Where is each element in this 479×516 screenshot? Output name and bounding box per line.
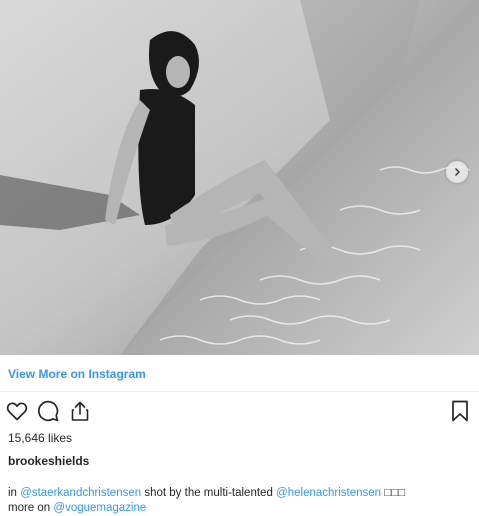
chevron-right-icon [455,168,460,176]
divider [0,391,479,392]
comment-icon [37,400,59,422]
heart-icon [6,402,28,421]
comment-button[interactable] [36,399,62,425]
beach-photo [0,0,479,355]
username[interactable]: brookeshields [8,454,89,468]
caption-text: shot by the multi-talented [141,487,277,499]
view-more-link[interactable]: View More on Instagram [8,367,146,381]
mention-link[interactable]: @helenachristensen [276,487,381,499]
save-button[interactable] [448,399,474,425]
caption-text: in [8,487,21,499]
share-icon [71,401,89,421]
like-button[interactable] [5,399,31,425]
next-photo-button[interactable] [446,161,468,183]
action-bar [0,399,479,425]
caption-text: more on [8,502,54,514]
post-photo[interactable] [0,0,479,355]
mention-link[interactable]: @staerkandchristensen [20,487,141,499]
share-button[interactable] [68,399,94,425]
instagram-embed: View More on Instagram 15,646 likes broo… [0,0,479,515]
likes-count[interactable]: 15,646 likes [8,431,72,445]
caption-emoji: □□□ [381,487,406,499]
bookmark-icon [452,400,468,422]
mention-link[interactable]: @voguemagazine [53,502,146,514]
caption: in @staerkandchristensen shot by the mul… [8,486,468,516]
